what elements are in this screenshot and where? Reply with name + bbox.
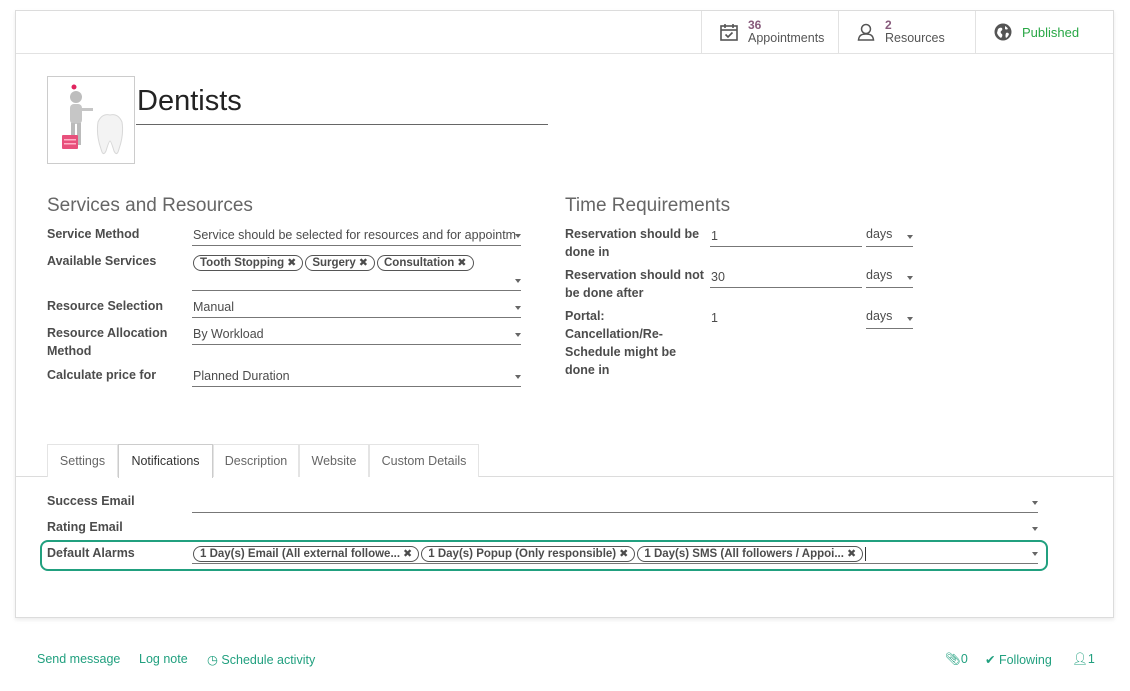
calc-price-select[interactable]: Planned Duration xyxy=(192,367,521,387)
available-services-label: Available Services xyxy=(47,254,157,268)
record-image[interactable] xyxy=(47,76,135,164)
alarm-tag: 1 Day(s) SMS (All followers / Appoi... ✖ xyxy=(637,546,864,562)
chevron-down-icon xyxy=(515,234,521,238)
log-note-button[interactable]: Log note xyxy=(139,652,188,666)
resource-selection-value: Manual xyxy=(193,300,234,314)
reservation-done-in-unit-select[interactable]: days xyxy=(866,227,913,247)
tab-description[interactable]: Description xyxy=(213,444,299,477)
clock-icon: ◷ xyxy=(207,653,218,667)
form-sheet: 36 Appointments 2 Resources Published De… xyxy=(15,10,1114,618)
chevron-down-icon xyxy=(907,276,913,280)
appointments-label: Appointments xyxy=(748,31,825,45)
reservation-not-after-input[interactable]: 30 xyxy=(710,268,862,288)
resources-label: Resources xyxy=(885,31,945,45)
send-message-button[interactable]: Send message xyxy=(37,652,120,666)
remove-tag-icon[interactable]: ✖ xyxy=(619,548,628,560)
tab-settings[interactable]: Settings xyxy=(47,444,118,477)
chevron-down-icon xyxy=(515,306,521,310)
service-tag: Tooth Stopping ✖ xyxy=(193,255,304,271)
resource-selection-label: Resource Selection xyxy=(47,299,164,313)
resources-stat-button[interactable]: 2 Resources xyxy=(838,11,975,53)
default-alarms-label: Default Alarms xyxy=(47,546,135,560)
chevron-down-icon xyxy=(1032,552,1038,556)
portal-cancellation-label: Portal: Cancellation/Re-Schedule might b… xyxy=(565,309,677,377)
published-toggle-button[interactable]: Published xyxy=(975,11,1113,53)
following-button[interactable]: ✔ Following xyxy=(985,652,1052,667)
service-tag: Consultation ✖ xyxy=(377,255,474,271)
time-group-title: Time Requirements xyxy=(565,195,731,216)
text-cursor xyxy=(865,546,867,561)
unit-value: days xyxy=(866,309,893,323)
chevron-down-icon xyxy=(1032,501,1038,505)
chevron-down-icon xyxy=(907,317,913,321)
resource-selection-select[interactable]: Manual xyxy=(192,298,521,318)
paperclip-icon: 📎︎ xyxy=(945,652,961,666)
schedule-activity-label: Schedule activity xyxy=(221,653,316,667)
chevron-down-icon xyxy=(515,279,521,283)
rating-email-select[interactable] xyxy=(192,519,1038,539)
user-icon: 👤︎ xyxy=(1072,652,1088,666)
button-box: 36 Appointments 2 Resources Published xyxy=(16,11,1113,54)
calendar-check-icon xyxy=(718,21,740,43)
remove-tag-icon[interactable]: ✖ xyxy=(403,548,412,560)
tab-website[interactable]: Website xyxy=(299,444,369,477)
remove-tag-icon[interactable]: ✖ xyxy=(457,257,466,269)
attachments-count: 0 xyxy=(960,652,968,666)
resource-allocation-value: By Workload xyxy=(193,327,264,341)
success-email-select[interactable] xyxy=(192,493,1038,513)
chevron-down-icon xyxy=(1032,527,1038,531)
reservation-not-after-unit-select[interactable]: days xyxy=(866,268,913,288)
remove-tag-icon[interactable]: ✖ xyxy=(287,257,296,269)
calc-price-label: Calculate price for xyxy=(47,368,157,382)
default-alarms-input[interactable]: 1 Day(s) Email (All external followe... ✖… xyxy=(192,544,1038,564)
remove-tag-icon[interactable]: ✖ xyxy=(847,548,856,560)
alarm-tag: 1 Day(s) Email (All external followe... ✖ xyxy=(193,546,420,562)
chevron-down-icon xyxy=(907,235,913,239)
following-label: Following xyxy=(998,653,1052,667)
calc-price-value: Planned Duration xyxy=(193,369,290,383)
user-icon xyxy=(855,21,877,43)
success-email-label: Success Email xyxy=(47,494,135,508)
chevron-down-icon xyxy=(515,333,521,337)
tab-notifications[interactable]: Notifications xyxy=(118,444,213,478)
service-method-label: Service Method xyxy=(47,227,140,241)
service-tag: Surgery ✖ xyxy=(305,255,375,271)
resource-allocation-select[interactable]: By Workload xyxy=(192,325,521,345)
record-title[interactable]: Dentists xyxy=(136,83,548,125)
tab-custom-details[interactable]: Custom Details xyxy=(369,444,479,477)
remove-tag-icon[interactable]: ✖ xyxy=(359,257,368,269)
notebook-tabs: Settings Notifications Description Websi… xyxy=(16,444,1113,478)
chatter-bar: Send message Log note ◷ Schedule activit… xyxy=(0,638,1130,678)
published-label: Published xyxy=(1022,24,1080,40)
unit-value: days xyxy=(866,227,893,241)
followers-count: 1 xyxy=(1087,652,1095,666)
alarm-tag: 1 Day(s) Popup (Only responsible) ✖ xyxy=(421,546,636,562)
chevron-down-icon xyxy=(515,375,521,379)
reservation-not-after-label: Reservation should not be done after xyxy=(565,268,704,300)
followers-button[interactable]: 👤︎1 xyxy=(1072,652,1095,667)
unit-value: days xyxy=(866,268,893,282)
reservation-done-in-input[interactable]: 1 xyxy=(710,227,862,247)
reservation-done-in-label: Reservation should be done in xyxy=(565,227,700,259)
service-method-select[interactable]: Service should be selected for resources… xyxy=(192,226,521,246)
schedule-activity-button[interactable]: ◷ Schedule activity xyxy=(207,652,315,667)
resource-allocation-label: Resource Allocation Method xyxy=(47,326,168,358)
available-services-input[interactable]: Tooth Stopping ✖ Surgery ✖ Consultation ✖ xyxy=(192,253,521,291)
dentist-illustration xyxy=(62,84,124,155)
portal-cancellation-input[interactable]: 1 xyxy=(710,309,862,329)
rating-email-label: Rating Email xyxy=(47,520,123,534)
check-icon: ✔ xyxy=(985,653,996,667)
appointments-stat-button[interactable]: 36 Appointments xyxy=(701,11,838,53)
service-method-value: Service should be selected for resources… xyxy=(193,228,517,242)
portal-cancellation-unit-select[interactable]: days xyxy=(866,309,913,329)
globe-icon xyxy=(992,21,1014,43)
services-group-title: Services and Resources xyxy=(47,195,253,216)
attachments-button[interactable]: 📎︎0 xyxy=(945,652,968,667)
